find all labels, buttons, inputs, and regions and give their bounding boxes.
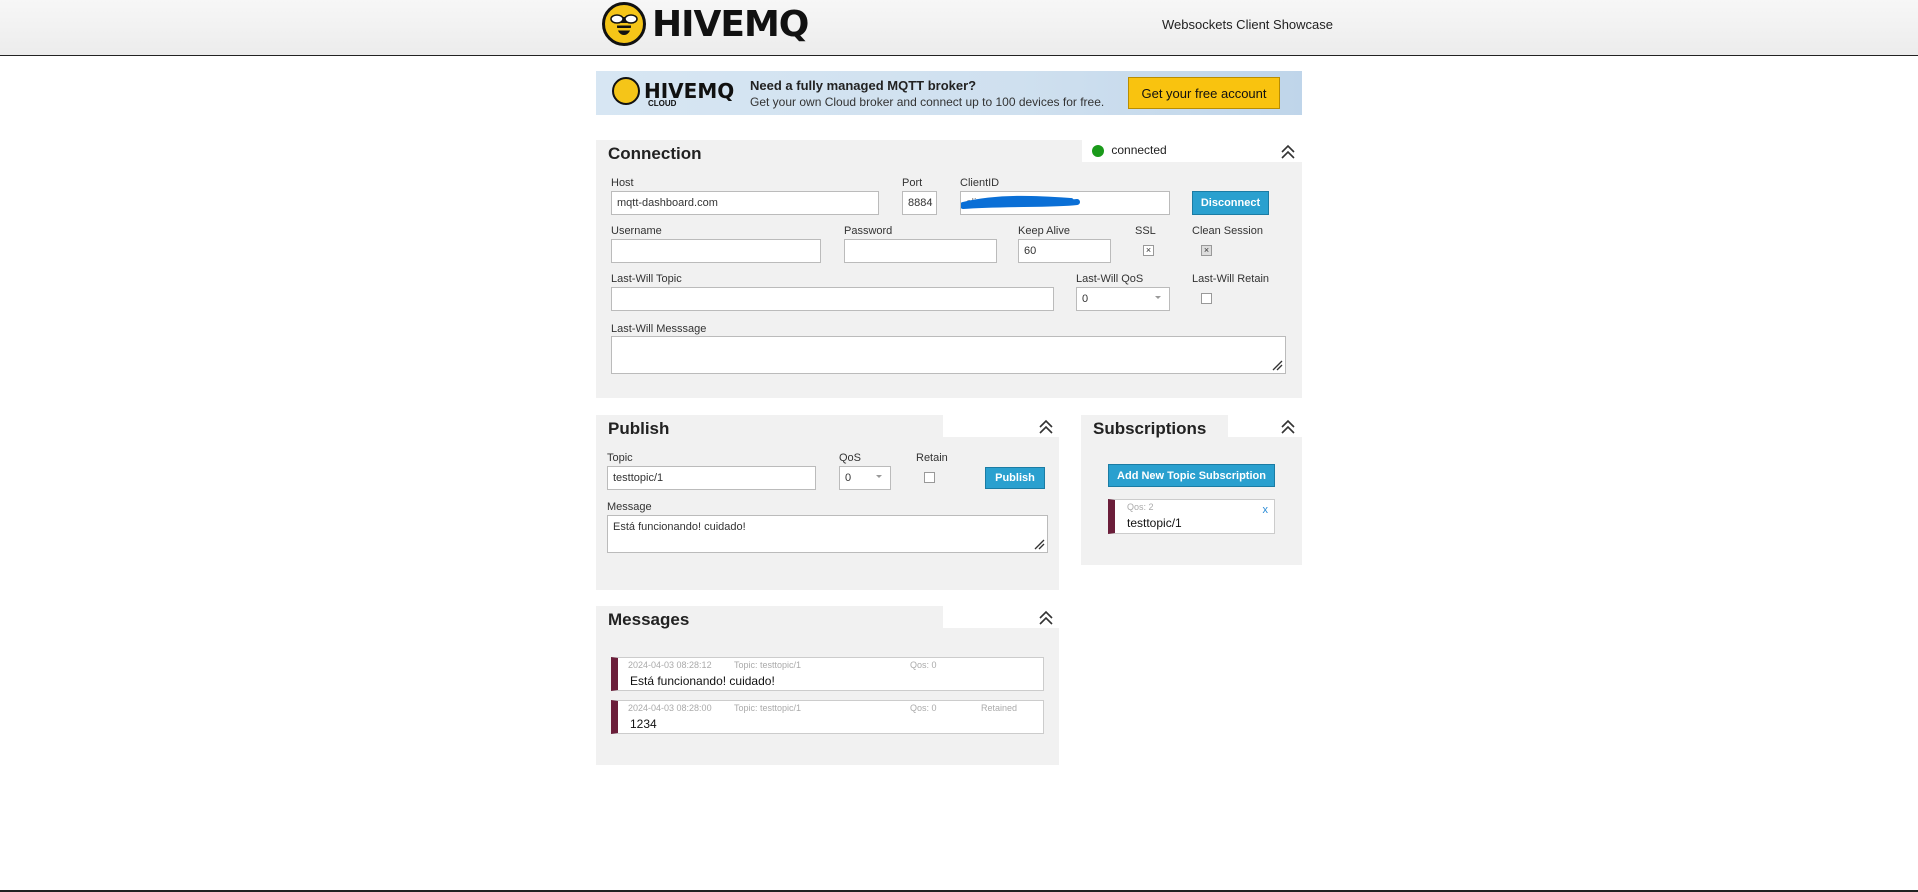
topic-input[interactable]: testtopic/1 [607, 466, 816, 490]
ssl-checkbox[interactable]: × [1143, 245, 1154, 256]
publish-button[interactable]: Publish [985, 467, 1045, 489]
message-retained: Retained [981, 703, 1018, 713]
message-item[interactable]: 2024-04-03 08:28:00 Topic: testtopic/1 Q… [611, 700, 1044, 734]
hivemq-cloud-logo: HIVEMQ CLOUD [612, 77, 735, 108]
lastwill-topic-label: Last-Will Topic [611, 273, 682, 285]
redaction-scribble [961, 195, 1080, 209]
retain-label: Retain [916, 452, 948, 464]
keepalive-label: Keep Alive [1018, 225, 1070, 237]
resize-handle-icon[interactable] [1272, 360, 1283, 371]
collapse-icon[interactable] [1279, 143, 1297, 161]
retain-checkbox[interactable] [924, 472, 935, 483]
clean-session-checkbox[interactable]: × [1201, 245, 1212, 256]
lastwill-qos-value: 0 [1082, 293, 1089, 305]
disconnect-button[interactable]: Disconnect [1192, 191, 1269, 215]
page-subtitle: Websockets Client Showcase [1162, 17, 1334, 32]
brand-name: HIVEMQ [652, 3, 809, 45]
status-text: connected [1111, 143, 1167, 157]
hivemq-logo[interactable]: HIVEMQ [602, 2, 809, 46]
bee-icon [612, 77, 640, 105]
status-dot-icon [1092, 144, 1104, 157]
clean-session-label: Clean Session [1192, 225, 1263, 237]
topic-label: Topic [607, 452, 633, 464]
subscription-item[interactable]: Qos: 2 testtopic/1 x [1108, 499, 1275, 534]
bee-icon [602, 2, 646, 46]
connection-title: Connection [596, 140, 714, 166]
lastwill-topic-input[interactable] [611, 287, 1054, 311]
chevron-down-icon [1155, 296, 1161, 299]
qos-value: 0 [845, 472, 852, 484]
banner-brand-sub: CLOUD [648, 99, 677, 108]
clientid-input[interactable]: clientId- [960, 191, 1170, 215]
message-time: 2024-04-03 08:28:00 [628, 703, 712, 713]
resize-handle-icon[interactable] [1034, 539, 1045, 550]
collapse-icon[interactable] [1279, 418, 1297, 436]
message-textarea[interactable]: Está funcionando! cuidado! [607, 515, 1048, 553]
add-subscription-button[interactable]: Add New Topic Subscription [1108, 464, 1275, 487]
clientid-label: ClientID [960, 177, 1000, 189]
keepalive-input[interactable]: 60 [1018, 239, 1111, 263]
subscription-topic: testtopic/1 [1127, 516, 1182, 530]
lastwill-qos-select[interactable]: 0 [1076, 287, 1170, 311]
lastwill-retain-checkbox[interactable] [1201, 293, 1212, 304]
ssl-label: SSL [1135, 225, 1156, 237]
lastwill-retain-label: Last-Will Retain [1192, 273, 1270, 285]
message-value: Está funcionando! cuidado! [613, 521, 746, 533]
host-label: Host [611, 177, 634, 189]
get-free-account-button[interactable]: Get your free account [1128, 77, 1280, 109]
message-body: 1234 [630, 717, 657, 731]
qos-select[interactable]: 0 [839, 466, 891, 490]
subscriptions-title: Subscriptions [1081, 415, 1219, 441]
publish-title: Publish [596, 415, 682, 441]
lastwill-message-label: Last-Will Messsage [611, 323, 707, 335]
lastwill-qos-label: Last-Will QoS [1076, 273, 1144, 285]
message-topic: Topic: testtopic/1 [734, 703, 802, 713]
message-topic: Topic: testtopic/1 [734, 660, 802, 670]
username-input[interactable] [611, 239, 821, 263]
port-label: Port [902, 177, 923, 189]
remove-subscription-icon[interactable]: x [1263, 504, 1269, 516]
message-body: Está funcionando! cuidado! [630, 674, 775, 688]
message-qos: Qos: 0 [910, 703, 937, 713]
chevron-down-icon [876, 475, 882, 478]
cloud-promo-banner[interactable]: HIVEMQ CLOUD Need a fully managed MQTT b… [596, 71, 1302, 115]
port-input[interactable]: 8884 [902, 191, 937, 215]
subscriptions-panel: Subscriptions [1081, 415, 1302, 565]
banner-subline: Get your own Cloud broker and connect up… [750, 95, 1105, 109]
connection-status: connected [1092, 143, 1167, 157]
password-input[interactable] [844, 239, 997, 263]
collapse-icon[interactable] [1037, 609, 1055, 627]
qos-label: QoS [839, 452, 862, 464]
collapse-icon[interactable] [1037, 418, 1055, 436]
banner-headline: Need a fully managed MQTT broker? [750, 78, 977, 93]
message-qos: Qos: 0 [910, 660, 937, 670]
publish-panel: Publish [596, 415, 1059, 590]
top-bar: HIVEMQ Websockets Client Showcase [0, 0, 1918, 56]
message-label: Message [607, 501, 652, 513]
message-time: 2024-04-03 08:28:12 [628, 660, 712, 670]
password-label: Password [844, 225, 893, 237]
messages-title: Messages [596, 606, 702, 632]
host-input[interactable]: mqtt-dashboard.com [611, 191, 879, 215]
lastwill-message-textarea[interactable] [611, 336, 1286, 374]
subscription-qos: Qos: 2 [1127, 502, 1154, 512]
banner-brand: HIVEMQ [644, 79, 735, 103]
username-label: Username [611, 225, 662, 237]
message-item[interactable]: 2024-04-03 08:28:12 Topic: testtopic/1 Q… [611, 657, 1044, 691]
